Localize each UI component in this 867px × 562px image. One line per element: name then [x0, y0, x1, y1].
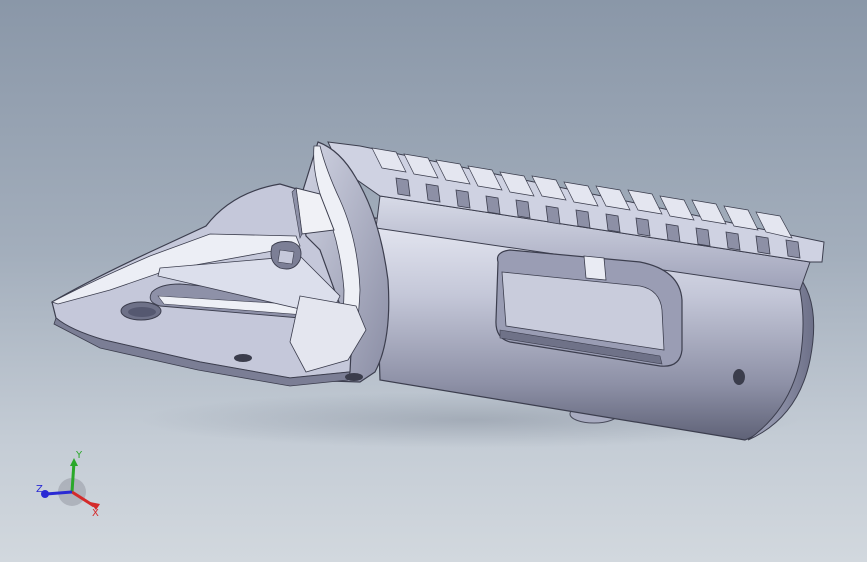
tang-oval-hole-inner [128, 307, 156, 317]
lower-hole-2 [345, 373, 363, 381]
tang-square-hole-inner [277, 249, 295, 265]
z-axis-label: Z [36, 484, 43, 495]
graphics-viewport[interactable]: Y X Z [0, 0, 867, 562]
bolt-notch [583, 255, 607, 281]
coordinate-triad: Y X Z [36, 450, 100, 519]
y-axis-icon [70, 461, 76, 493]
3d-model-view[interactable] [0, 0, 867, 562]
z-axis-icon [45, 490, 73, 496]
y-axis-label: Y [75, 450, 83, 461]
side-hole [733, 369, 745, 385]
x-axis-label: X [92, 508, 99, 519]
lower-hole-1 [234, 354, 252, 362]
